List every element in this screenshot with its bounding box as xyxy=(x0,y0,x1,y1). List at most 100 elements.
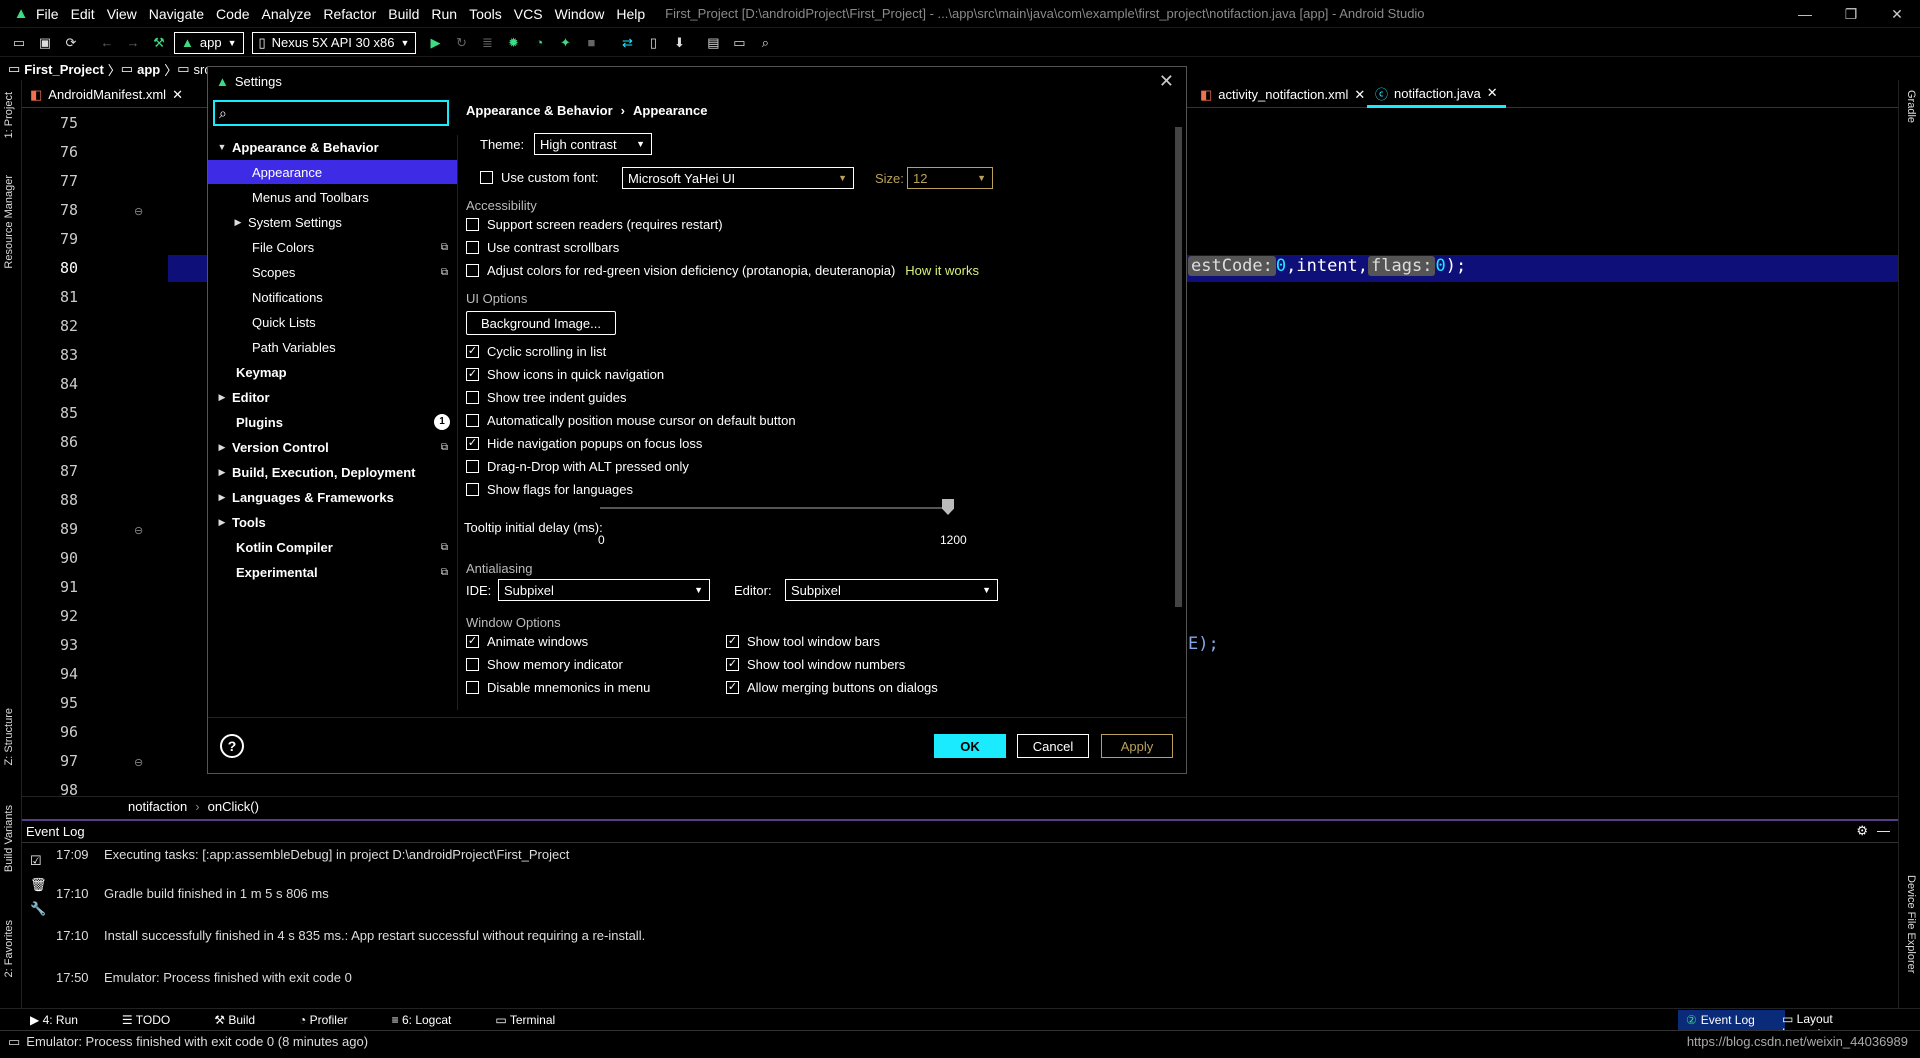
tool-window-numbers-checkbox[interactable]: ✓ Show tool window numbers xyxy=(726,657,905,672)
font-select[interactable]: Microsoft YaHei UI ▼ xyxy=(622,167,854,189)
contrast-scrollbars-checkbox[interactable]: Use contrast scrollbars xyxy=(466,240,619,255)
chevron-right-icon[interactable]: ▶ xyxy=(216,492,228,503)
editor-antialiasing-select[interactable]: Subpixel ▼ xyxy=(785,579,998,601)
menu-navigate[interactable]: Navigate xyxy=(149,6,204,22)
hide-popups-checkbox[interactable]: ✓ Hide navigation popups on focus loss xyxy=(466,436,702,451)
chevron-right-icon[interactable]: ▶ xyxy=(216,392,228,403)
device-file-explorer-tool-button[interactable]: Device File Explorer xyxy=(1905,875,1917,973)
make-project-icon[interactable]: ⚒ xyxy=(148,32,170,54)
theme-select[interactable]: High contrast ▼ xyxy=(534,133,652,155)
auto-position-checkbox[interactable]: Automatically position mouse cursor on d… xyxy=(466,413,796,428)
forward-icon[interactable]: → xyxy=(122,32,144,54)
chevron-right-icon[interactable]: ▶ xyxy=(216,442,228,453)
module-combo[interactable]: ▲ app ▼ xyxy=(174,31,244,54)
tree-item-kotlin-compiler[interactable]: Kotlin Compiler ⧉ xyxy=(208,535,458,559)
todo-tool-button[interactable]: ☰ TODO xyxy=(122,1013,192,1027)
tree-item-quick-lists[interactable]: Quick Lists xyxy=(208,310,458,334)
menu-build[interactable]: Build xyxy=(388,6,419,22)
cyclic-scrolling-checkbox[interactable]: ✓ Cyclic scrolling in list xyxy=(466,344,606,359)
avd-manager-icon[interactable]: ▯ xyxy=(642,32,664,54)
memory-indicator-checkbox[interactable]: Show memory indicator xyxy=(466,657,623,672)
custom-font-checkbox[interactable]: Use custom font: xyxy=(480,170,599,185)
tool-window-bars-checkbox[interactable]: ✓ Show tool window bars xyxy=(726,634,880,649)
cancel-button[interactable]: Cancel xyxy=(1017,734,1089,758)
breadcrumb-module[interactable]: app xyxy=(137,62,160,77)
close-dialog-icon[interactable]: ✕ xyxy=(1159,71,1174,92)
profiler-tool-button[interactable]: ◔ Profiler xyxy=(299,1013,370,1027)
tree-item-file-colors[interactable]: File Colors ⧉ xyxy=(208,235,458,259)
tree-item-notifications[interactable]: Notifications xyxy=(208,285,458,309)
structure-tool-button[interactable]: Z: Structure xyxy=(3,708,15,765)
code-line-93[interactable]: E); xyxy=(1188,634,1219,654)
tree-item-menus-toolbars[interactable]: Menus and Toolbars xyxy=(208,185,458,209)
menu-vcs[interactable]: VCS xyxy=(514,6,543,22)
breadcrumb-project[interactable]: First_Project xyxy=(24,62,103,77)
ok-button[interactable]: OK xyxy=(934,734,1006,758)
tree-item-scopes[interactable]: Scopes ⧉ xyxy=(208,260,458,284)
close-window-icon[interactable]: ✕ xyxy=(1874,0,1920,28)
animate-windows-checkbox[interactable]: ✓ Animate windows xyxy=(466,634,588,649)
save-all-icon[interactable]: ▣ xyxy=(34,32,56,54)
gradle-tool-button[interactable]: Gradle xyxy=(1905,90,1917,123)
tab-activity-notifaction-xml[interactable]: ◧ activity_notifaction.xml ✕ xyxy=(1192,82,1373,108)
merging-buttons-checkbox[interactable]: ✓ Allow merging buttons on dialogs xyxy=(726,680,938,695)
device-combo[interactable]: ▯ Nexus 5X API 30 x86 ▼ xyxy=(251,31,417,54)
apply-code-changes-icon[interactable]: ≣ xyxy=(476,32,498,54)
breadcrumb-class[interactable]: notifaction xyxy=(128,799,187,814)
project-tool-button[interactable]: 1: Project xyxy=(3,92,15,138)
tooltip-delay-slider-thumb[interactable] xyxy=(942,499,954,515)
event-log-tool-button[interactable]: ② Event Log xyxy=(1678,1010,1785,1030)
code-line-80[interactable]: estCode: 0,intent, flags: 0); xyxy=(1188,256,1466,276)
favorites-tool-button[interactable]: 2: Favorites xyxy=(3,920,15,977)
debug-icon[interactable]: ✹ xyxy=(502,32,524,54)
apply-button[interactable]: Apply xyxy=(1101,734,1173,758)
build-tool-button[interactable]: ⚒ Build xyxy=(214,1013,277,1027)
screen-readers-checkbox[interactable]: Support screen readers (requires restart… xyxy=(466,217,723,232)
stop-icon[interactable]: ■ xyxy=(580,32,602,54)
breadcrumb-method[interactable]: onClick() xyxy=(208,799,259,814)
show-flags-checkbox[interactable]: Show flags for languages xyxy=(466,482,633,497)
adjust-colors-checkbox[interactable]: Adjust colors for red-green vision defic… xyxy=(466,263,979,278)
menu-analyze[interactable]: Analyze xyxy=(262,6,312,22)
ide-antialiasing-select[interactable]: Subpixel ▼ xyxy=(498,579,710,601)
menu-file[interactable]: File xyxy=(36,6,59,22)
drag-drop-checkbox[interactable]: Drag-n-Drop with ALT pressed only xyxy=(466,459,689,474)
chevron-down-icon[interactable]: ▼ xyxy=(216,142,228,152)
mark-read-icon[interactable]: ☑ xyxy=(30,853,42,869)
tree-item-languages-frameworks[interactable]: ▶ Languages & Frameworks xyxy=(208,485,458,509)
run-icon[interactable]: ▶ xyxy=(424,32,446,54)
tree-item-path-variables[interactable]: Path Variables xyxy=(208,335,458,359)
tree-item-experimental[interactable]: Experimental ⧉ xyxy=(208,560,458,584)
fold-marker-icon[interactable]: ⊖ xyxy=(134,205,143,218)
gear-icon[interactable]: ⚙ xyxy=(1856,823,1868,839)
resource-manager-tool-button[interactable]: Resource Manager xyxy=(3,175,15,269)
background-image-button[interactable]: Background Image... xyxy=(466,311,616,335)
tree-item-tools[interactable]: ▶ Tools xyxy=(208,510,458,534)
content-scrollbar[interactable] xyxy=(1175,127,1182,607)
attach-debugger-icon[interactable]: ✦ xyxy=(554,32,576,54)
minimize-icon[interactable]: — xyxy=(1782,0,1828,28)
search-everywhere-icon[interactable]: ⌕ xyxy=(754,32,776,54)
size-select[interactable]: 12 ▼ xyxy=(907,167,993,189)
build-variants-tool-button[interactable]: Build Variants xyxy=(3,805,15,872)
tooltip-delay-slider-track[interactable] xyxy=(600,507,948,509)
tree-item-appearance-behavior[interactable]: ▼ Appearance & Behavior xyxy=(208,135,458,159)
settings-search-field[interactable]: ⌕ xyxy=(213,100,449,126)
how-it-works-link[interactable]: How it works xyxy=(905,263,979,278)
chevron-right-icon[interactable]: ▶ xyxy=(232,217,244,228)
chevron-right-icon[interactable]: ▶ xyxy=(216,467,228,478)
menu-tools[interactable]: Tools xyxy=(469,6,502,22)
menu-refactor[interactable]: Refactor xyxy=(323,6,376,22)
logcat-tool-button[interactable]: ≡ 6: Logcat xyxy=(392,1013,474,1027)
terminal-icon[interactable]: ▭ xyxy=(728,32,750,54)
show-icons-checkbox[interactable]: ✓ Show icons in quick navigation xyxy=(466,367,664,382)
settings-search-input[interactable] xyxy=(230,105,421,121)
terminal-tool-button[interactable]: ▭ Terminal xyxy=(495,1013,577,1027)
tree-item-appearance[interactable]: Appearance xyxy=(208,160,457,184)
tree-item-editor[interactable]: ▶ Editor xyxy=(208,385,458,409)
close-tab-icon[interactable]: ✕ xyxy=(1487,85,1498,101)
disable-mnemonics-checkbox[interactable]: Disable mnemonics in menu xyxy=(466,680,650,695)
open-folder-icon[interactable]: ▭ xyxy=(8,32,30,54)
menu-window[interactable]: Window xyxy=(555,6,605,22)
close-tab-icon[interactable]: ✕ xyxy=(172,87,183,103)
